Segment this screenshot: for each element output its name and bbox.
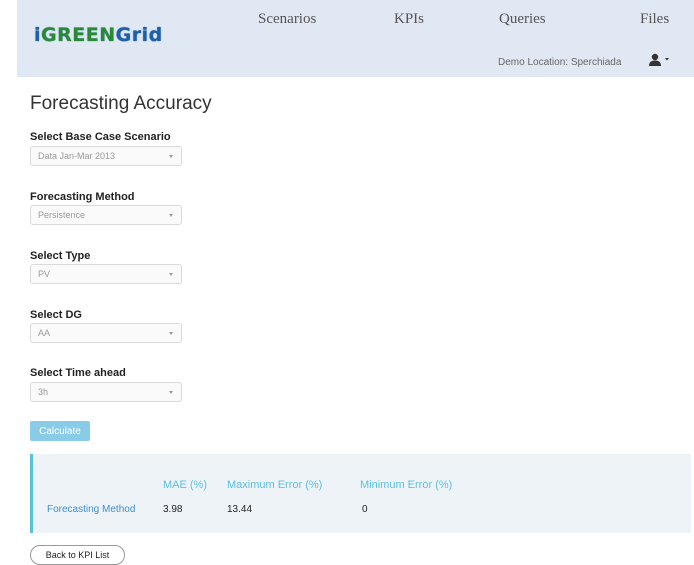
table-header-max-error: Maximum Error (%) <box>227 479 323 491</box>
nav-queries[interactable]: Queries <box>499 11 546 28</box>
table-header-mae: MAE (%) <box>163 479 207 491</box>
select-value: Data Jan-Mar 2013 <box>38 151 116 161</box>
base-case-scenario-label: Select Base Case Scenario <box>30 131 171 143</box>
chevron-down-icon <box>169 391 173 394</box>
nav-files[interactable]: Files <box>640 11 669 28</box>
chevron-down-icon <box>169 214 173 217</box>
chevron-down-icon <box>169 332 173 335</box>
select-time-ahead-select[interactable]: 3h <box>30 382 182 402</box>
demo-location-label: Demo Location: Sperchiada <box>498 57 622 68</box>
select-value: Persistence <box>38 210 86 220</box>
table-header-min-error: Minimum Error (%) <box>360 479 453 491</box>
back-to-kpi-list-button[interactable]: Back to KPI List <box>30 545 125 565</box>
min-error-value: 0 <box>362 504 368 515</box>
select-type-select[interactable]: PV <box>30 264 182 284</box>
base-case-scenario-select[interactable]: Data Jan-Mar 2013 <box>30 146 182 166</box>
nav-kpis[interactable]: KPIs <box>394 11 424 28</box>
mae-value: 3.98 <box>163 504 183 515</box>
select-time-ahead-label: Select Time ahead <box>30 367 126 379</box>
top-navbar: iGREENGrid Scenarios KPIs Queries Files … <box>17 0 694 77</box>
results-panel: MAE (%) Maximum Error (%) Minimum Error … <box>30 454 691 533</box>
igreengrid-logo[interactable]: iGREENGrid <box>34 24 163 46</box>
chevron-down-icon <box>169 155 173 158</box>
select-value: AA <box>38 328 51 338</box>
table-row-label: Forecasting Method <box>47 504 136 515</box>
select-value: PV <box>38 269 51 279</box>
user-icon <box>649 53 669 66</box>
page-title: Forecasting Accuracy <box>30 93 212 114</box>
calculate-button[interactable]: Calculate <box>30 421 90 441</box>
select-dg-label: Select DG <box>30 309 82 321</box>
forecasting-method-select[interactable]: Persistence <box>30 205 182 225</box>
nav-scenarios[interactable]: Scenarios <box>258 11 316 28</box>
select-value: 3h <box>38 387 49 397</box>
chevron-down-icon <box>169 273 173 276</box>
select-dg-select[interactable]: AA <box>30 323 182 343</box>
forecasting-method-label: Forecasting Method <box>30 191 135 203</box>
select-type-label: Select Type <box>30 250 91 262</box>
user-menu[interactable] <box>648 53 672 67</box>
max-error-value: 13.44 <box>227 504 253 515</box>
